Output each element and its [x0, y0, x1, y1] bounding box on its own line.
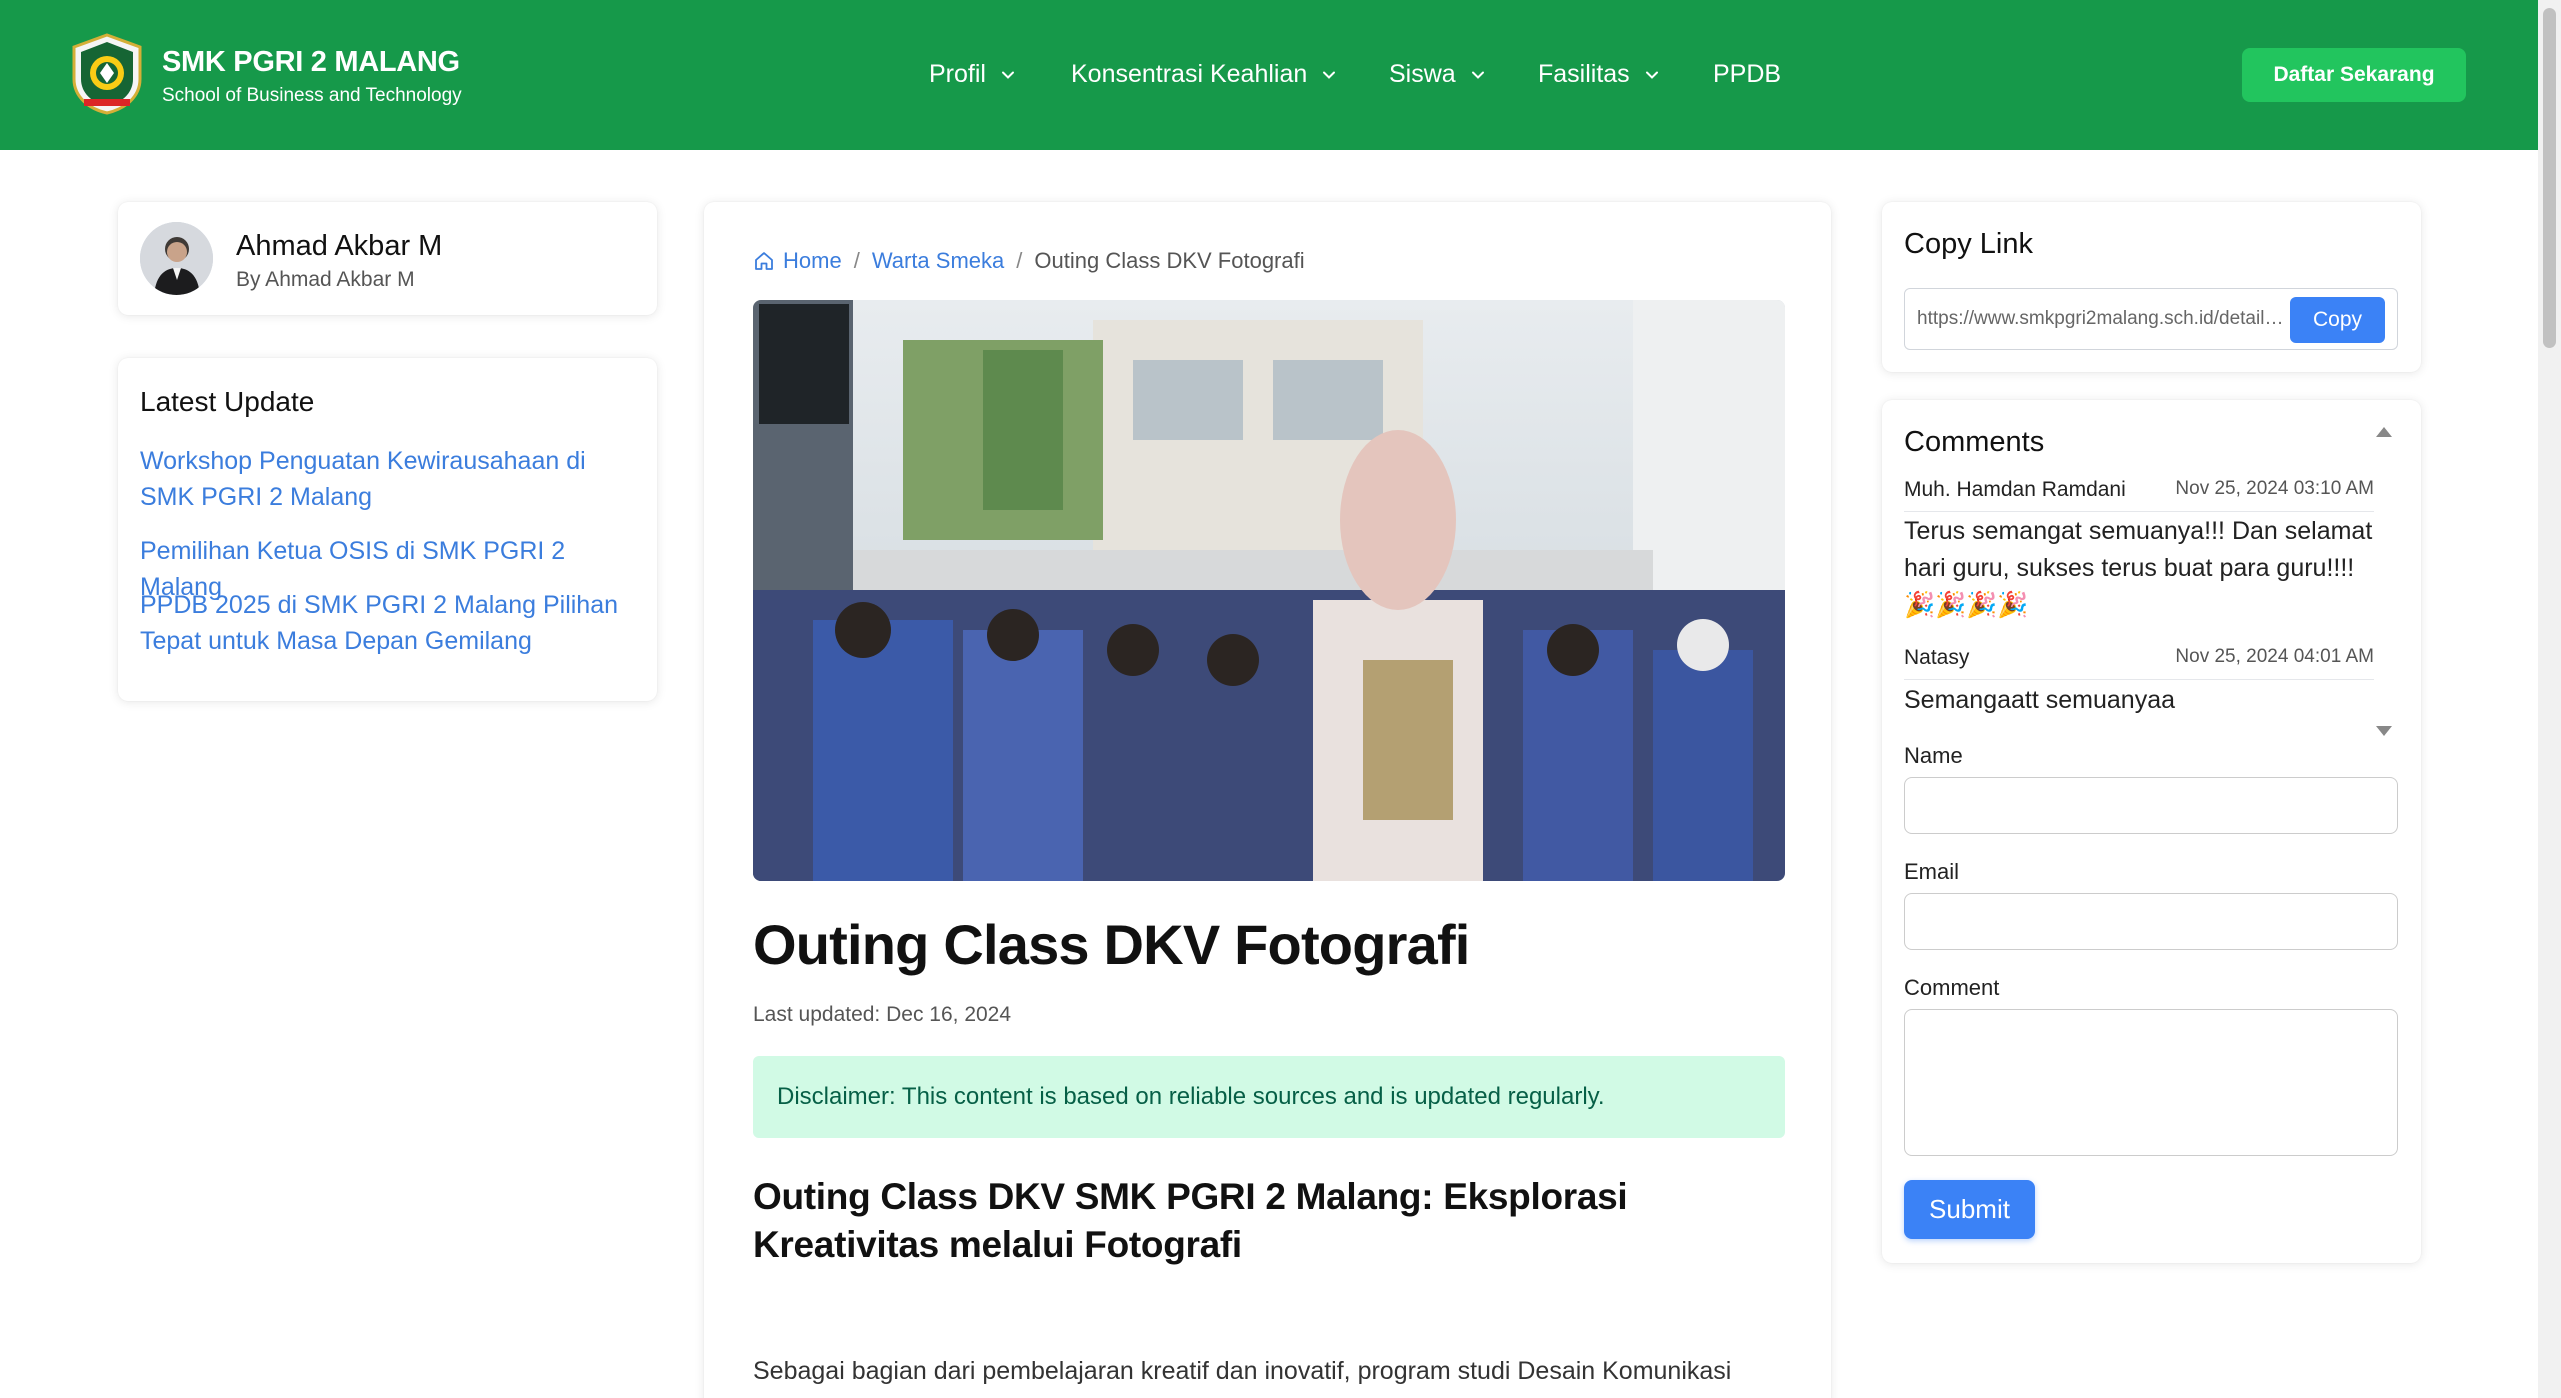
nav-label: Fasilitas — [1538, 60, 1630, 88]
latest-update-card: Latest Update Workshop Penguatan Kewirau… — [118, 358, 657, 701]
scroll-down-arrow-icon[interactable] — [2376, 726, 2392, 736]
nav-label: PPDB — [1713, 60, 1782, 88]
comment-author: Muh. Hamdan Ramdani — [1904, 478, 2126, 501]
comment-header: Muh. Hamdan Ramdani Nov 25, 2024 03:10 A… — [1904, 478, 2374, 512]
site-header: SMK PGRI 2 MALANG School of Business and… — [0, 0, 2538, 150]
copy-link-url[interactable]: https://www.smkpgri2malang.sch.id/detail… — [1917, 308, 2287, 330]
comment-header: Natasy Nov 25, 2024 04:01 AM — [1904, 646, 2374, 680]
email-input[interactable] — [1904, 893, 2398, 950]
name-label: Name — [1904, 743, 1963, 768]
breadcrumb-home[interactable]: Home — [753, 248, 842, 274]
comment-textarea[interactable] — [1904, 1009, 2398, 1156]
breadcrumb: Home / Warta Smeka / Outing Class DKV Fo… — [753, 248, 1305, 274]
article-paragraph: Sebagai bagian dari pembelajaran kreatif… — [753, 1357, 1732, 1385]
nav-siswa[interactable]: Siswa — [1389, 60, 1486, 89]
scrollbar-thumb[interactable] — [2543, 8, 2556, 348]
breadcrumb-current: Outing Class DKV Fotografi — [1034, 248, 1305, 273]
breadcrumb-separator: / — [1016, 248, 1023, 273]
author-name: Ahmad Akbar M — [236, 230, 443, 262]
copy-button[interactable]: Copy — [2290, 297, 2385, 343]
submit-button[interactable]: Submit — [1904, 1180, 2035, 1239]
breadcrumb-home-label: Home — [783, 248, 842, 273]
article-title: Outing Class DKV Fotografi — [753, 913, 1470, 976]
comments-card: Comments Muh. Hamdan Ramdani Nov 25, 202… — [1882, 400, 2421, 1263]
comments-title: Comments — [1904, 426, 2045, 458]
avatar-photo — [140, 222, 213, 295]
nav-konsentrasi-keahlian[interactable]: Konsentrasi Keahlian — [1071, 60, 1337, 89]
breadcrumb-separator: / — [853, 248, 860, 273]
students-photo — [753, 300, 1785, 881]
nav-profil[interactable]: Profil — [929, 60, 1016, 89]
copy-link-title: Copy Link — [1904, 228, 2033, 260]
nav-label: Siswa — [1389, 60, 1456, 88]
copy-link-card: Copy Link https://www.smkpgri2malang.sch… — [1882, 202, 2421, 372]
avatar — [140, 222, 213, 295]
page-scrollbar[interactable] — [2538, 0, 2561, 1398]
article-hero-image — [753, 300, 1785, 881]
latest-update-title: Latest Update — [140, 386, 315, 417]
chevron-down-icon — [1323, 71, 1336, 79]
comment-date: Nov 25, 2024 04:01 AM — [2175, 646, 2374, 667]
school-logo-icon[interactable] — [70, 33, 144, 115]
email-label: Email — [1904, 859, 1960, 884]
nav-label: Konsentrasi Keahlian — [1071, 60, 1308, 88]
comment-text: Semangaatt semuanyaa — [1904, 686, 2176, 714]
latest-update-link[interactable]: PPDB 2025 di SMK PGRI 2 Malang Pilihan T… — [140, 587, 630, 659]
breadcrumb-section[interactable]: Warta Smeka — [872, 248, 1004, 274]
author-byline: By Ahmad Akbar M — [236, 268, 415, 291]
register-now-button[interactable]: Daftar Sekarang — [2242, 48, 2466, 102]
comment-label: Comment — [1904, 975, 2000, 1000]
author-card: Ahmad Akbar M By Ahmad Akbar M — [118, 202, 657, 315]
comment-author: Natasy — [1904, 646, 1970, 669]
chevron-down-icon — [1001, 71, 1014, 79]
scroll-up-arrow-icon[interactable] — [2376, 427, 2392, 437]
brand-subtitle: School of Business and Technology — [162, 85, 462, 106]
article-subheading: Outing Class DKV SMK PGRI 2 Malang: Eksp… — [753, 1176, 1628, 1265]
chevron-down-icon — [1471, 71, 1484, 79]
name-input[interactable] — [1904, 777, 2398, 834]
disclaimer-banner: Disclaimer: This content is based on rel… — [753, 1056, 1785, 1138]
comment-date: Nov 25, 2024 03:10 AM — [2175, 478, 2374, 499]
nav-fasilitas[interactable]: Fasilitas — [1538, 60, 1660, 89]
comment-text: Terus semangat semuanya!!! Dan selamat h… — [1904, 517, 2373, 619]
last-updated: Last updated: Dec 16, 2024 — [753, 1003, 1012, 1026]
brand-title[interactable]: SMK PGRI 2 MALANG — [162, 46, 460, 79]
home-icon — [755, 252, 773, 270]
copy-link-box: https://www.smkpgri2malang.sch.id/detail… — [1904, 288, 2398, 350]
nav-ppdb[interactable]: PPDB — [1713, 60, 1781, 89]
latest-update-link[interactable]: Workshop Penguatan Kewirausahaan di SMK … — [140, 443, 630, 515]
nav-label: Profil — [929, 60, 986, 88]
disclaimer-text: Disclaimer: This content is based on rel… — [777, 1083, 1605, 1110]
chevron-down-icon — [1645, 71, 1658, 79]
